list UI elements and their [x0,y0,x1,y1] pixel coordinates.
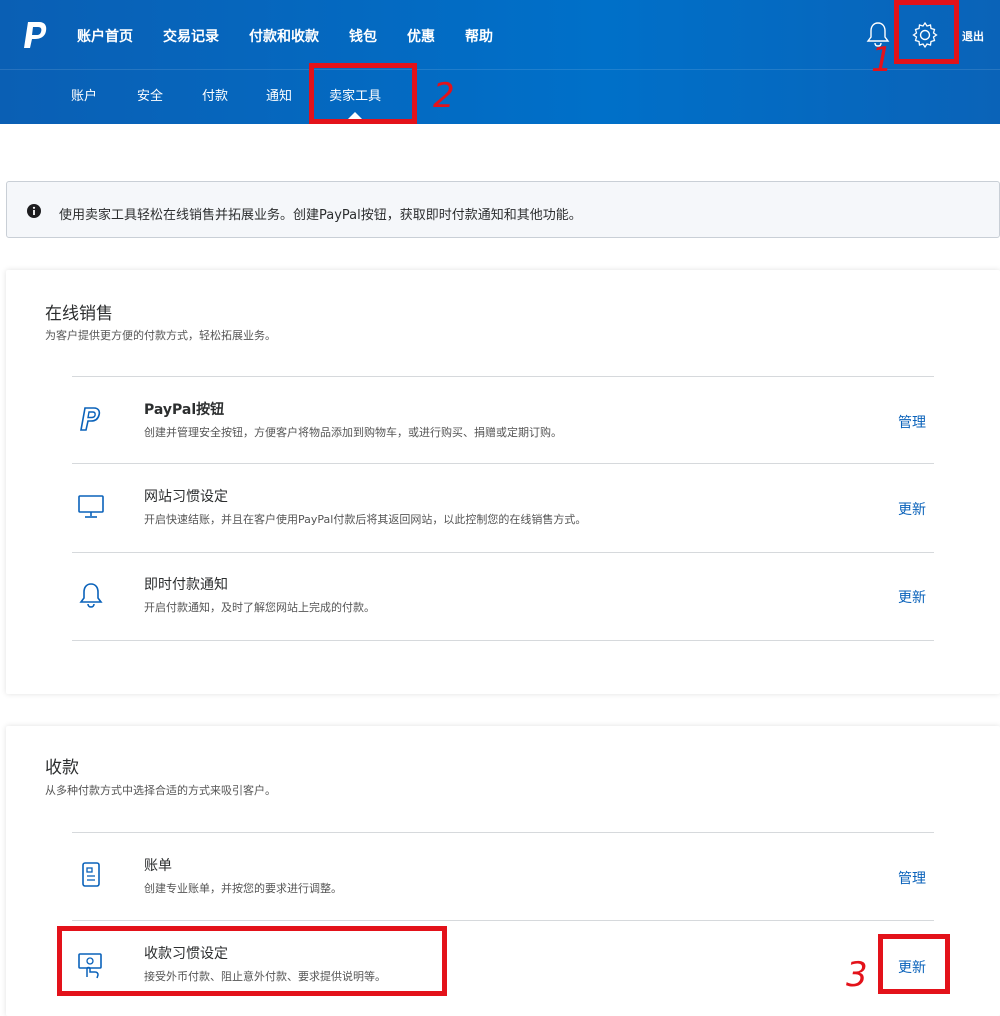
monitor-icon [78,495,104,518]
highlight-settings-box [894,0,959,64]
highlight-payment-preferences-box [57,926,447,996]
tab-payments[interactable]: 付款 [202,85,228,104]
annotation-number-2: 2 [433,76,455,116]
nav-item-help[interactable]: 帮助 [465,26,493,46]
info-banner-text: 使用卖家工具轻松在线销售并拓展业务。创建PayPal按钮，获取即时付款通知和其他… [59,208,582,223]
section-title: 收款 [45,758,79,778]
logout-link[interactable]: 退出 [962,28,984,44]
update-website-preferences-link[interactable]: 更新 [898,499,926,519]
tab-account[interactable]: 账户 [71,85,97,104]
highlight-update-button-box [878,934,950,994]
section-subtitle: 从多种付款方式中选择合适的方式来吸引客户。 [45,784,276,797]
highlight-seller-tools-box [309,63,417,124]
tab-security[interactable]: 安全 [137,85,163,104]
row-divider [72,640,934,641]
annotation-number-3: 3 [846,955,868,995]
row-description: 创建专业账单，并按您的要求进行调整。 [144,882,342,895]
manage-paypal-buttons-link[interactable]: 管理 [898,412,926,432]
update-ipn-link[interactable]: 更新 [898,587,926,607]
row-description: 创建并管理安全按钮，方便客户将物品添加到购物车，或进行购买、捐赠或定期订购。 [144,426,562,439]
header-divider [0,69,1000,70]
row-title: PayPal按钮 [144,402,225,418]
row-title: 网站习惯设定 [144,489,228,505]
top-nav: 账户首页 交易记录 付款和收款 钱包 优惠 帮助 [77,26,523,46]
row-title: 即时付款通知 [144,577,228,593]
nav-item-activity[interactable]: 交易记录 [163,26,219,46]
annotation-number-1: 1 [871,40,893,80]
row-description: 开启快速结账，并且在客户使用PayPal付款后将其返回网站，以此控制您的在线销售… [144,513,587,526]
paypal-icon [80,407,101,431]
top-header: 账户首页 交易记录 付款和收款 钱包 优惠 帮助 退出 账户 安全 付款 通知 … [0,0,1000,124]
row-description: 开启付款通知，及时了解您网站上完成的付款。 [144,601,375,614]
manage-invoicing-link[interactable]: 管理 [898,868,926,888]
nav-item-send-request[interactable]: 付款和收款 [249,26,319,46]
nav-item-account-home[interactable]: 账户首页 [77,26,133,46]
list-item-invoicing: 账单 创建专业账单，并按您的要求进行调整。 管理 [72,833,934,920]
info-icon [27,204,41,218]
paypal-logo-icon[interactable] [22,20,50,50]
row-title: 账单 [144,858,172,874]
section-subtitle: 为客户提供更方便的付款方式，轻松拓展业务。 [45,329,276,342]
info-banner: 使用卖家工具轻松在线销售并拓展业务。创建PayPal按钮，获取即时付款通知和其他… [6,181,1000,238]
nav-item-wallet[interactable]: 钱包 [349,26,377,46]
bell-icon [79,583,103,608]
list-item-website-preferences: 网站习惯设定 开启快速结账，并且在客户使用PayPal付款后将其返回网站，以此控… [72,464,934,552]
nav-item-offers[interactable]: 优惠 [407,26,435,46]
invoice-icon [82,862,100,887]
tab-notifications[interactable]: 通知 [266,85,292,104]
online-sales-card: 在线销售 为客户提供更方便的付款方式，轻松拓展业务。 PayPal按钮 创建并管… [6,270,1000,694]
section-title: 在线销售 [45,304,113,324]
list-item-ipn: 即时付款通知 开启付款通知，及时了解您网站上完成的付款。 更新 [72,553,934,640]
list-item-paypal-buttons: PayPal按钮 创建并管理安全按钮，方便客户将物品添加到购物车，或进行购买、捐… [72,377,934,464]
